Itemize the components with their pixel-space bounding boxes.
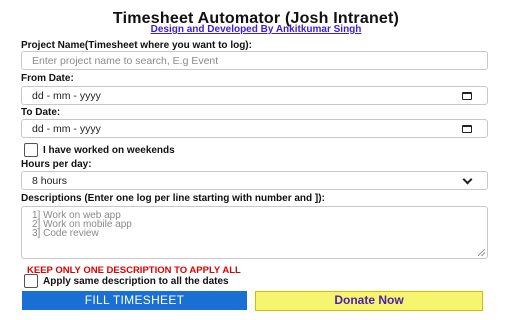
descriptions-label: Descriptions (Enter one log per line sta… bbox=[21, 193, 325, 204]
project-name-label: Project Name(Timesheet where you want to… bbox=[21, 40, 252, 51]
calendar-icon[interactable] bbox=[462, 125, 472, 133]
from-date-input[interactable]: dd - mm - yyyy bbox=[21, 86, 488, 105]
placeholder-line: 3] Code review bbox=[32, 228, 99, 239]
hours-per-day-label: Hours per day: bbox=[21, 159, 92, 170]
project-name-placeholder: Enter project name to search, E.g Event bbox=[32, 55, 219, 67]
chevron-down-icon bbox=[462, 174, 473, 185]
to-date-input[interactable]: dd - mm - yyyy bbox=[21, 119, 488, 138]
fill-timesheet-button[interactable]: FILL TIMESHEET bbox=[22, 291, 247, 310]
apply-same-checkbox-label: Apply same description to all the dates bbox=[43, 276, 229, 287]
hours-selected-value: 8 hours bbox=[32, 175, 68, 187]
to-date-placeholder: dd - mm - yyyy bbox=[32, 123, 101, 135]
author-credit-link[interactable]: Design and Developed By Ankitkumar Singh bbox=[0, 24, 512, 35]
to-date-label: To Date: bbox=[21, 107, 61, 118]
warning-text: KEEP ONLY ONE DESCRIPTION TO APPLY ALL bbox=[27, 265, 241, 276]
weekends-checkbox-label: I have worked on weekends bbox=[43, 145, 175, 156]
resize-grip-icon[interactable] bbox=[478, 249, 485, 256]
descriptions-textarea[interactable]: 1] Work on web app 2] Work on mobile app… bbox=[21, 206, 488, 259]
from-date-placeholder: dd - mm - yyyy bbox=[32, 90, 101, 102]
weekends-checkbox[interactable] bbox=[24, 143, 38, 157]
apply-same-checkbox[interactable] bbox=[24, 274, 38, 288]
descriptions-placeholder: 1] Work on web app 2] Work on mobile app… bbox=[32, 211, 132, 239]
project-name-input[interactable]: Enter project name to search, E.g Event bbox=[21, 51, 488, 70]
hours-per-day-select[interactable]: 8 hours bbox=[21, 171, 488, 190]
donate-now-button[interactable]: Donate Now bbox=[255, 291, 483, 311]
from-date-label: From Date: bbox=[21, 73, 74, 84]
calendar-icon[interactable] bbox=[462, 92, 472, 100]
